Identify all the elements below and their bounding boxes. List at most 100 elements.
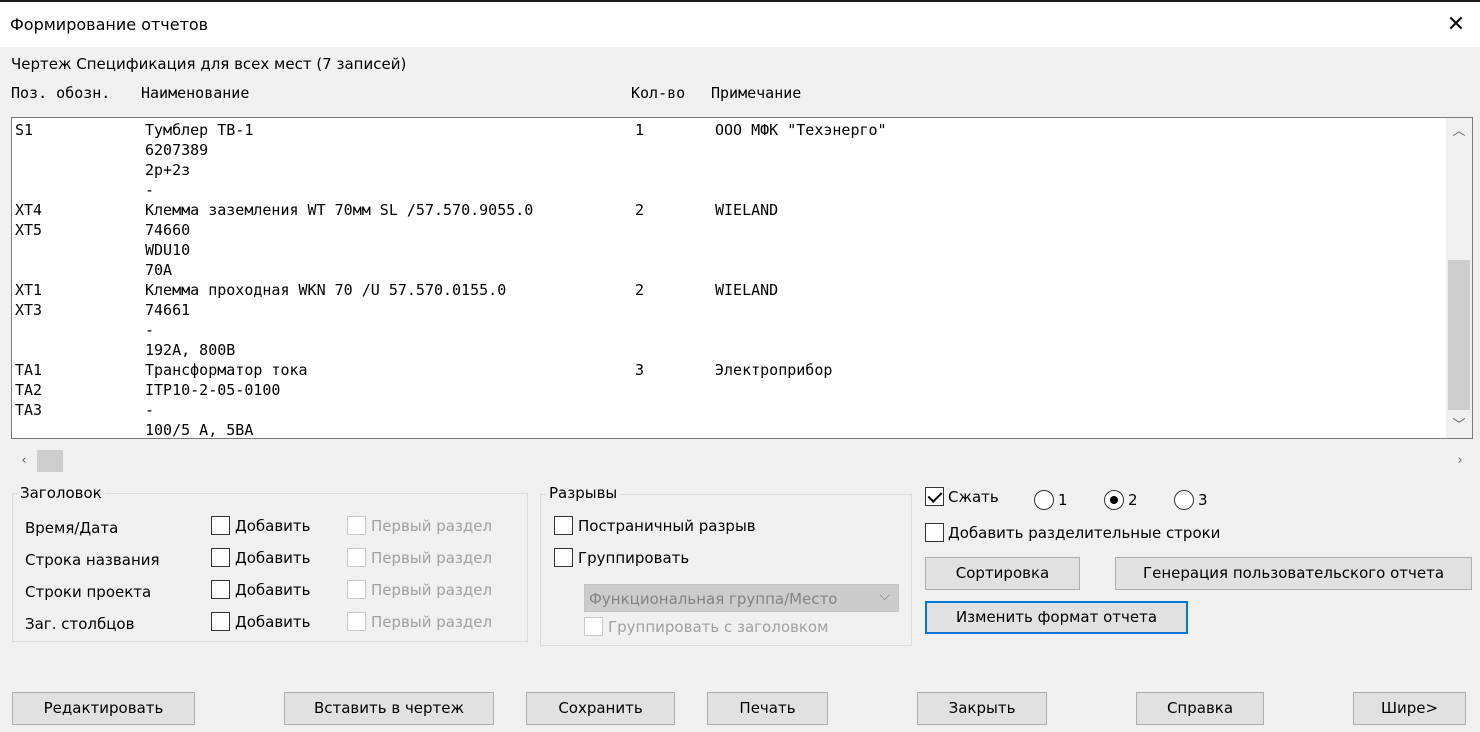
header-item-label: Строка названия <box>25 551 160 569</box>
compress-radio-3-label: 3 <box>1198 491 1208 509</box>
chevron-down-icon: ⌵ <box>879 588 890 604</box>
compress-radio-3[interactable] <box>1174 490 1194 510</box>
chevron-down-icon[interactable]: ﹀ <box>1446 414 1472 438</box>
header-add-label: Добавить <box>235 581 311 599</box>
row-note: WIELAND <box>715 201 779 219</box>
column-header-name: Наименование <box>141 84 250 102</box>
separator-rows-checkbox[interactable] <box>925 523 944 542</box>
custom-report-button[interactable]: Генерация пользовательского отчета <box>1115 557 1472 590</box>
header-first-section-checkbox[interactable] <box>347 580 366 599</box>
group-by-select[interactable]: Функциональная группа/Место ⌵ <box>584 584 899 612</box>
wider-button[interactable]: Шире> <box>1353 692 1466 725</box>
header-add-checkbox[interactable] <box>211 548 230 567</box>
row-name: 74660 <box>145 221 191 239</box>
row-qty: 3 <box>635 361 645 379</box>
row-pos: S1 <box>15 121 34 139</box>
header-add-checkbox[interactable] <box>211 580 230 599</box>
page-break-label: Постраничный разрыв <box>578 517 756 535</box>
report-info: Чертеж Спецификация для всех мест (7 зап… <box>11 55 407 73</box>
breaks-group-title: Разрывы <box>546 484 621 502</box>
row-note: ООО МФК "Техэнерго" <box>715 121 887 139</box>
save-button[interactable]: Сохранить <box>526 692 675 725</box>
row-pos: TA2 <box>15 381 43 399</box>
group-label: Группировать <box>578 549 690 567</box>
header-add-label: Добавить <box>235 549 311 567</box>
edit-button[interactable]: Редактировать <box>12 692 195 725</box>
compress-radio-2[interactable] <box>1104 490 1124 510</box>
row-name: - <box>145 181 155 199</box>
sort-button[interactable]: Сортировка <box>925 557 1080 590</box>
group-by-value: Функциональная группа/Место <box>589 590 838 608</box>
compress-radio-1[interactable] <box>1034 490 1054 510</box>
header-first-section-label: Первый раздел <box>371 613 493 631</box>
page-break-checkbox[interactable] <box>554 516 573 535</box>
header-add-checkbox[interactable] <box>211 516 230 535</box>
row-pos: XT3 <box>15 301 43 319</box>
column-header-pos: Поз. обозн. <box>11 84 111 102</box>
print-button[interactable]: Печать <box>707 692 828 725</box>
close-icon[interactable]: ✕ <box>1440 9 1472 41</box>
row-pos: TA1 <box>15 361 43 379</box>
row-name: 74661 <box>145 301 191 319</box>
group-with-header-checkbox[interactable] <box>584 617 603 636</box>
vertical-scrollbar[interactable]: ︿ ﹀ <box>1446 118 1472 438</box>
compress-radio-1-label: 1 <box>1058 491 1068 509</box>
row-note: Электроприбор <box>715 361 833 379</box>
row-name: Клемма заземления WT 70мм SL /57.570.905… <box>145 201 534 219</box>
row-name: Трансформатор тока <box>145 361 308 379</box>
report-list[interactable]: S1 Тумблер ТВ-1 6207389 2р+2з - 1 ООО МФК "Тех… <box>11 117 1473 439</box>
row-note: WIELAND <box>715 281 779 299</box>
row-name: - <box>145 401 155 419</box>
row-qty: 2 <box>635 281 645 299</box>
row-name: Тумблер ТВ-1 <box>145 121 254 139</box>
header-first-section-checkbox[interactable] <box>347 548 366 567</box>
separator-rows-label: Добавить разделительные строки <box>948 524 1221 542</box>
header-first-section-label: Первый раздел <box>371 581 493 599</box>
group-with-header-label: Группировать с заголовком <box>608 618 829 636</box>
row-name: 2р+2з <box>145 161 191 179</box>
header-add-checkbox[interactable] <box>211 612 230 631</box>
chevron-right-icon[interactable]: › <box>1447 449 1473 473</box>
row-name: 70A <box>145 261 173 279</box>
horizontal-scrollbar[interactable]: ‹ › <box>11 449 1473 473</box>
header-group-title: Заголовок <box>17 484 105 502</box>
insert-button[interactable]: Вставить в чертеж <box>284 692 494 725</box>
row-name: Клемма проходная WKN 70 /U 57.570.0155.0 <box>145 281 507 299</box>
window-title: Формирование отчетов <box>10 15 209 34</box>
chevron-left-icon[interactable]: ‹ <box>11 449 37 473</box>
header-first-section-label: Первый раздел <box>371 517 493 535</box>
row-qty: 1 <box>635 121 645 139</box>
column-header-note: Примечание <box>711 84 802 102</box>
header-first-section-checkbox[interactable] <box>347 612 366 631</box>
row-name: 6207389 <box>145 141 209 159</box>
row-name: ITP10-2-05-0100 <box>145 381 281 399</box>
row-qty: 2 <box>635 201 645 219</box>
row-pos: TA3 <box>15 401 43 419</box>
row-name: WDU10 <box>145 241 191 259</box>
header-first-section-checkbox[interactable] <box>347 516 366 535</box>
group-checkbox[interactable] <box>554 548 573 567</box>
row-pos: XT5 <box>15 221 43 239</box>
compress-checkbox[interactable] <box>925 487 944 506</box>
compress-label: Сжать <box>948 488 999 506</box>
column-header-qty: Кол-во <box>631 84 686 102</box>
header-first-section-label: Первый раздел <box>371 549 493 567</box>
row-pos: XT1 <box>15 281 43 299</box>
title-bar <box>0 0 1480 47</box>
row-pos: XT4 <box>15 201 43 219</box>
close-button[interactable]: Закрыть <box>917 692 1047 725</box>
header-item-label: Строки проекта <box>25 583 152 601</box>
change-format-button[interactable]: Изменить формат отчета <box>925 601 1188 634</box>
vertical-scroll-thumb[interactable] <box>1448 260 1470 410</box>
header-add-label: Добавить <box>235 613 311 631</box>
row-name: 100/5 А, 5ВА <box>145 421 254 439</box>
header-item-label: Время/Дата <box>25 519 119 537</box>
row-name: 192А, 800В <box>145 341 236 359</box>
header-item-label: Заг. столбцов <box>25 615 135 633</box>
horizontal-scroll-thumb[interactable] <box>37 450 63 472</box>
help-button[interactable]: Справка <box>1136 692 1264 725</box>
chevron-up-icon[interactable]: ︿ <box>1446 120 1472 144</box>
row-name: - <box>145 321 155 339</box>
top-edge <box>0 0 1480 2</box>
header-add-label: Добавить <box>235 517 311 535</box>
